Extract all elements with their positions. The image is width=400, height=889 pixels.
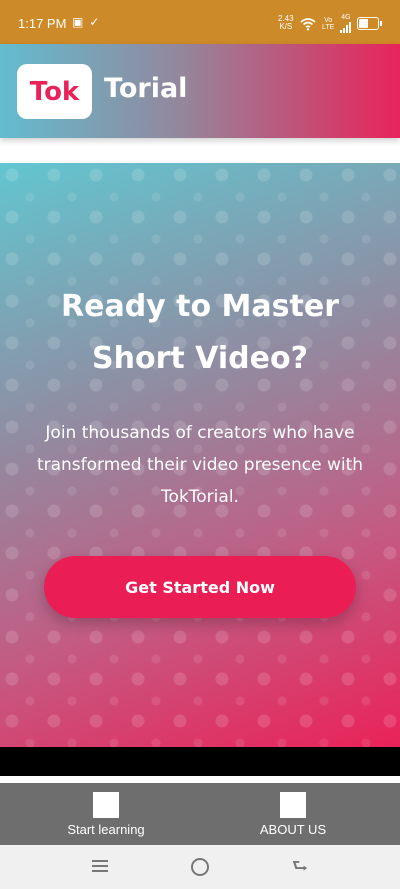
home-icon[interactable] xyxy=(190,857,210,877)
get-started-button[interactable]: Get Started Now xyxy=(44,556,356,618)
battery-icon xyxy=(357,17,383,30)
volte-top: Vo xyxy=(324,16,333,24)
status-time: 1:17 PM xyxy=(18,16,67,31)
app-logo[interactable]: Tok xyxy=(17,64,92,119)
back-icon[interactable]: ⮑ xyxy=(290,857,310,877)
logo-text: Tok xyxy=(29,76,80,107)
menu-icon[interactable] xyxy=(90,857,110,877)
hero-subtitle: Join thousands of creators who have tran… xyxy=(36,423,364,507)
hero-title: Ready to Master Short Video? xyxy=(61,289,339,376)
app-header: Tok Torial xyxy=(0,44,400,138)
volte-icon: Vo LTE xyxy=(322,17,334,31)
about-us-icon xyxy=(280,792,306,818)
nav-about-us-label: ABOUT US xyxy=(259,822,327,837)
network-type: 4G xyxy=(340,14,352,33)
bottom-nav: Start learning ABOUT US xyxy=(0,783,400,845)
network-type-label: 4G xyxy=(341,14,351,21)
hero-section: Ready to Master Short Video? Join thousa… xyxy=(0,163,400,747)
network-speed-unit: K/S xyxy=(279,22,293,31)
notification-icons: ▣ ✓ xyxy=(72,15,99,29)
brand-name: Torial xyxy=(104,73,188,104)
battery-level xyxy=(359,19,369,28)
system-nav-bar: ⮑ xyxy=(0,845,400,889)
notification-app-icon: ▣ xyxy=(72,15,84,29)
download-done-icon: ✓ xyxy=(89,15,100,29)
status-bar: 1:17 PM ▣ ✓ 2.43 K/S Vo LTE 4G xyxy=(0,0,400,44)
signal-icon xyxy=(340,21,352,33)
volte-bottom: LTE xyxy=(322,23,335,31)
nav-start-learning-label: Start learning xyxy=(67,822,145,837)
nav-about-us[interactable]: ABOUT US xyxy=(223,783,363,845)
system-status-icons: Vo LTE 4G xyxy=(300,14,383,33)
wifi-icon xyxy=(300,17,316,30)
divider-bar xyxy=(0,747,400,776)
start-learning-icon xyxy=(93,792,119,818)
network-speed: 2.43 K/S xyxy=(278,15,294,31)
nav-start-learning[interactable]: Start learning xyxy=(36,783,176,845)
